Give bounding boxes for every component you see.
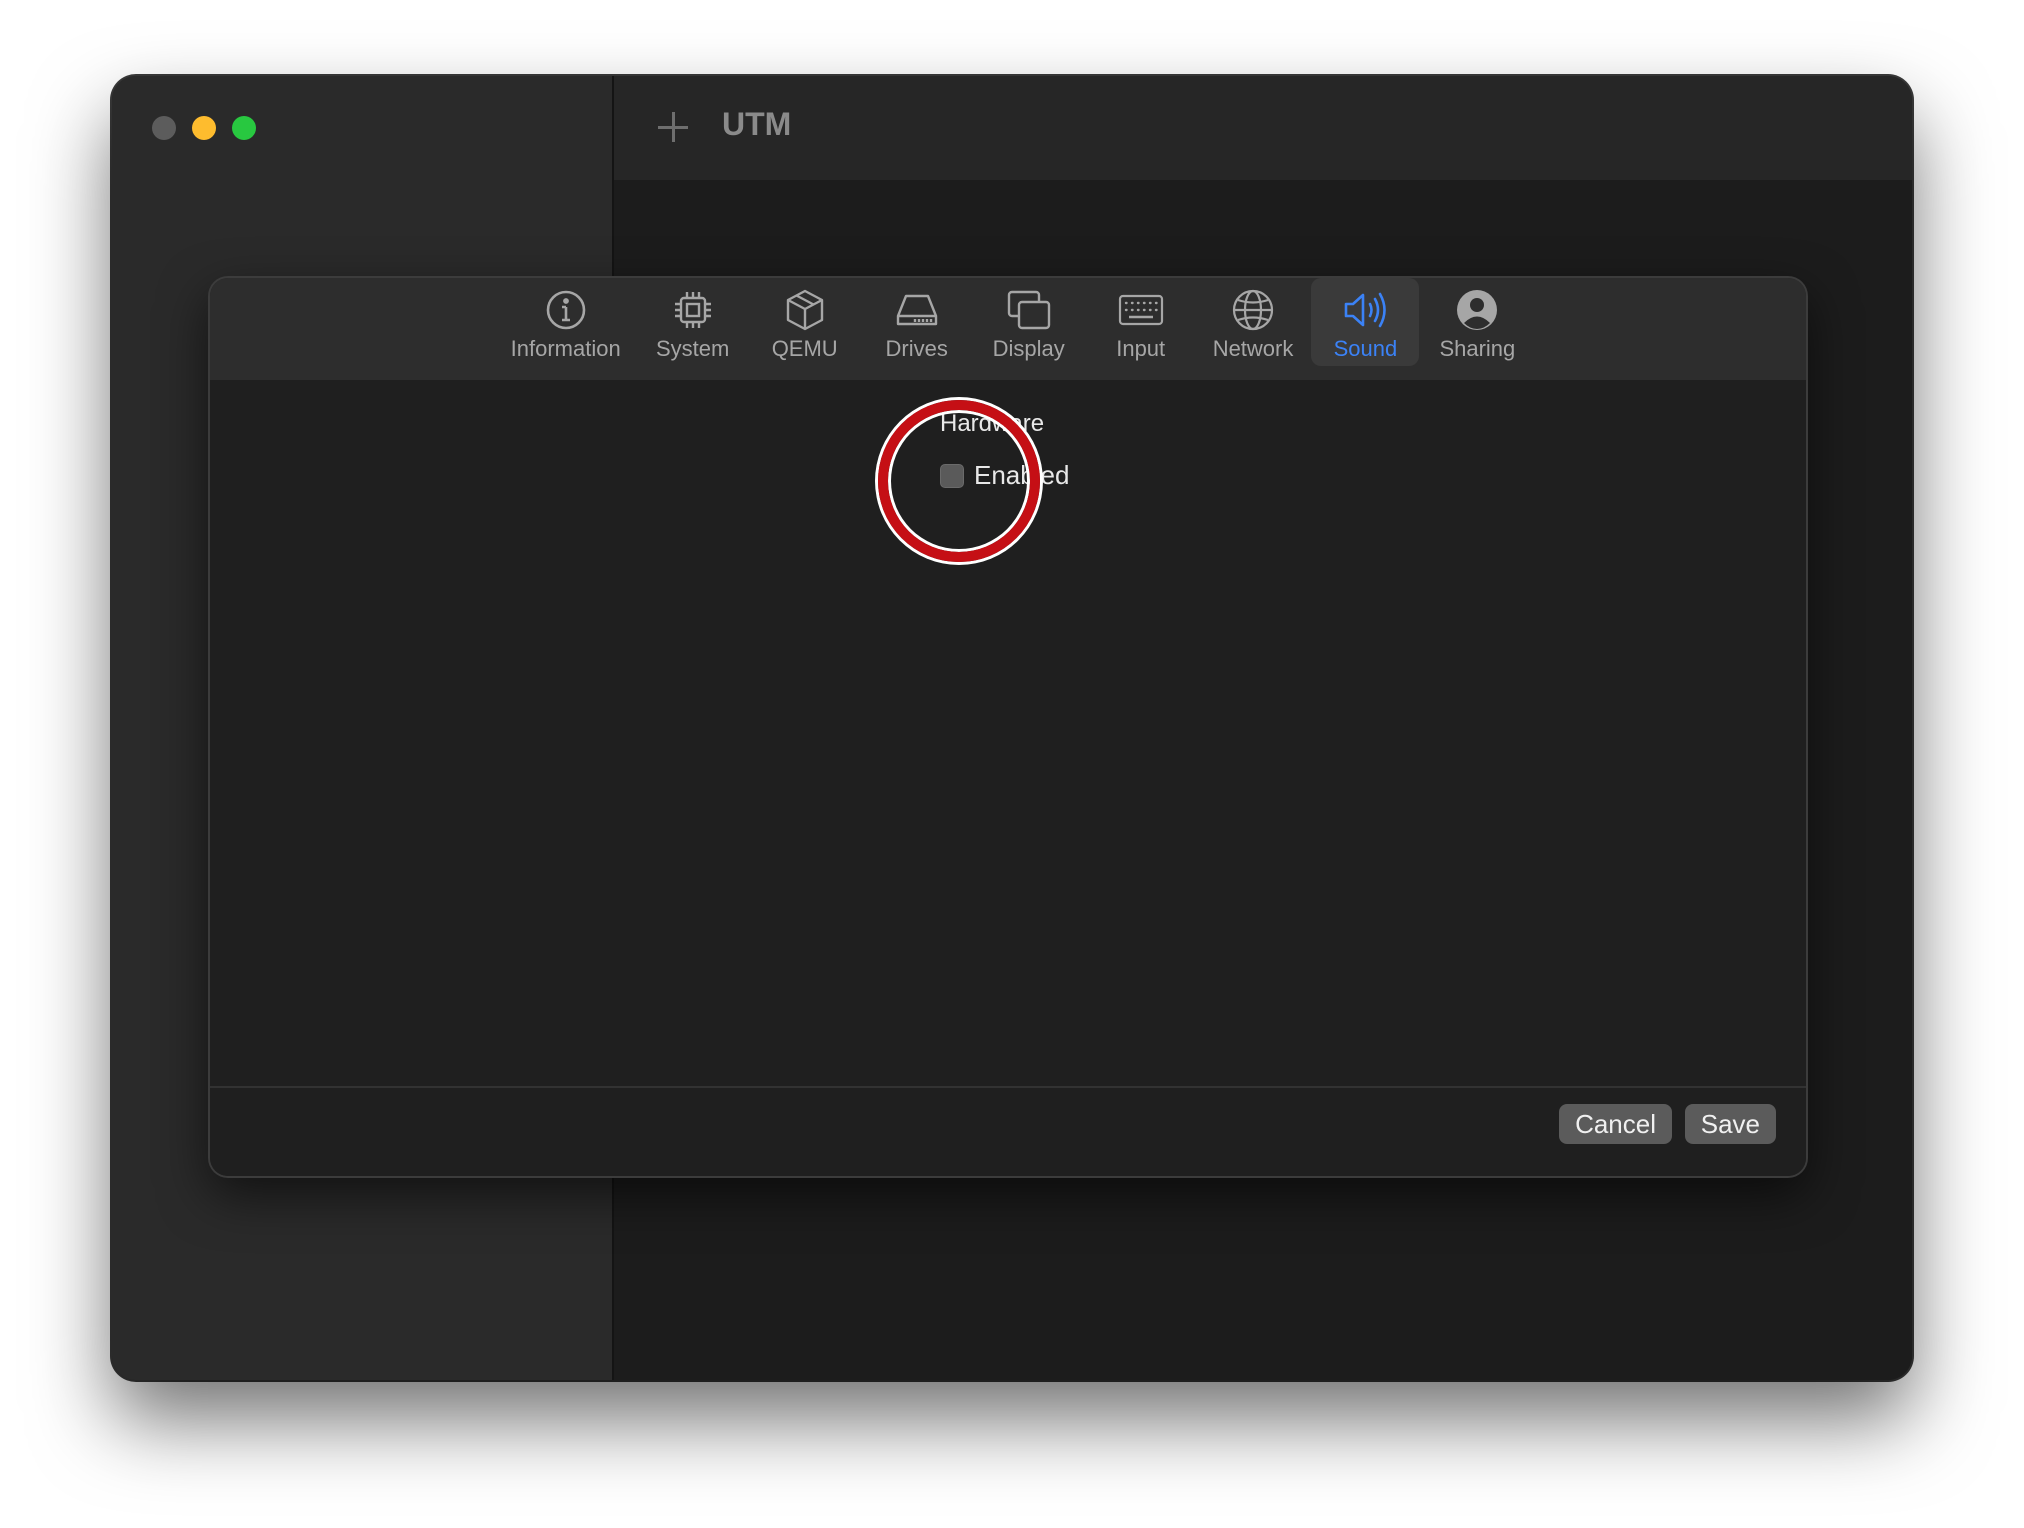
keyboard-icon bbox=[1118, 294, 1163, 326]
save-button[interactable]: Save bbox=[1684, 1104, 1776, 1144]
tab-label: Sound bbox=[1333, 336, 1398, 361]
tab-label: Information bbox=[510, 336, 621, 361]
tab-label: QEMU bbox=[771, 336, 838, 361]
tab-sharing[interactable]: Sharing bbox=[1423, 278, 1531, 366]
tab-display[interactable]: Display bbox=[975, 278, 1083, 366]
tab-bar: Information System QEMU Drives Display I… bbox=[210, 278, 1806, 380]
display-icon bbox=[1007, 290, 1050, 330]
hardware-section-title: Hardware bbox=[940, 410, 1045, 437]
tab-label: Input bbox=[1116, 336, 1166, 361]
info-icon bbox=[546, 290, 585, 330]
maximize-window-button[interactable] bbox=[232, 116, 256, 140]
sound-settings-content: Hardware Enabled bbox=[210, 380, 1806, 1070]
app-title: UTM bbox=[722, 106, 792, 142]
tab-network[interactable]: Network bbox=[1199, 278, 1308, 366]
cancel-button[interactable]: Cancel bbox=[1559, 1104, 1672, 1144]
enabled-checkbox[interactable] bbox=[940, 463, 964, 488]
tab-label: Drives bbox=[885, 336, 948, 361]
tab-input[interactable]: Input bbox=[1087, 278, 1195, 366]
globe-icon bbox=[1232, 289, 1274, 331]
speaker-icon bbox=[1345, 292, 1387, 328]
tab-label: Network bbox=[1212, 336, 1294, 361]
drive-icon bbox=[896, 294, 937, 326]
settings-toolbar: Information System QEMU Drives Display I… bbox=[210, 278, 1806, 380]
add-icon[interactable] bbox=[656, 110, 690, 144]
cube-icon bbox=[786, 289, 823, 331]
tab-label: Display bbox=[992, 336, 1065, 361]
tab-qemu[interactable]: QEMU bbox=[751, 278, 859, 366]
minimize-window-button[interactable] bbox=[192, 116, 216, 140]
tab-system[interactable]: System bbox=[639, 278, 747, 366]
close-window-button[interactable] bbox=[152, 116, 176, 140]
enabled-row[interactable]: Enabled bbox=[940, 460, 1069, 491]
cpu-icon bbox=[674, 292, 711, 328]
tab-label: Sharing bbox=[1439, 336, 1516, 361]
titlebar: UTM bbox=[614, 76, 1912, 180]
tab-information[interactable]: Information bbox=[497, 278, 635, 366]
tab-sound[interactable]: Sound bbox=[1311, 278, 1420, 366]
enabled-label[interactable]: Enabled bbox=[974, 460, 1069, 491]
tab-label: System bbox=[656, 336, 730, 361]
sheet-footer: Cancel Save bbox=[210, 1086, 1806, 1176]
settings-sheet: Information System QEMU Drives Display I… bbox=[210, 278, 1806, 1176]
person-icon bbox=[1457, 290, 1498, 330]
tab-drives[interactable]: Drives bbox=[863, 278, 971, 366]
